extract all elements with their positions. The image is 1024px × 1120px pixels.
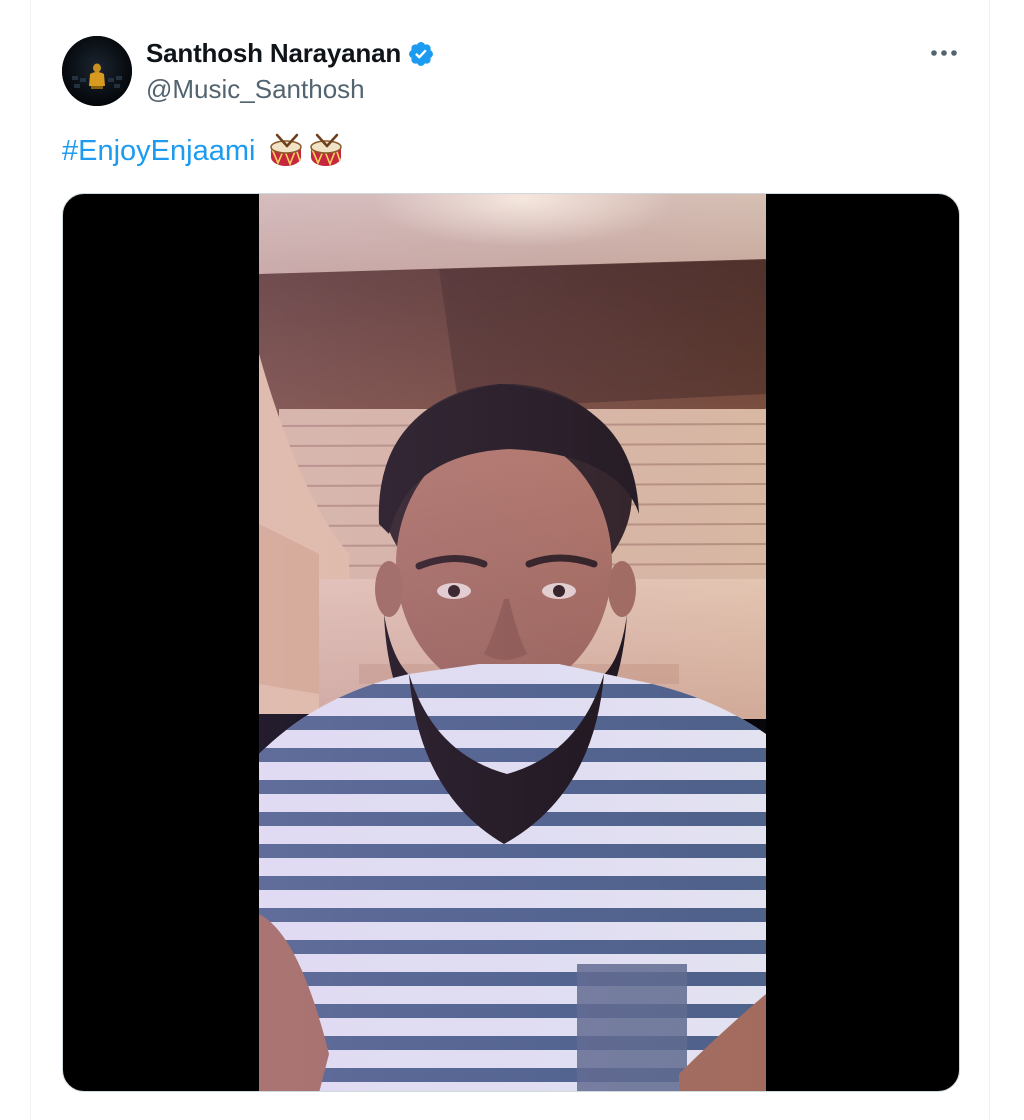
drum-emoji-icon: [310, 133, 343, 167]
more-options-icon: [931, 50, 957, 56]
verified-badge-icon: [409, 41, 433, 66]
drum-emoji-icon: [270, 133, 303, 167]
author-name[interactable]: Santhosh Narayanan: [146, 38, 435, 69]
author-handle[interactable]: @Music_Santhosh: [146, 74, 365, 105]
hashtag-link[interactable]: #EnjoyEnjaami: [62, 135, 255, 168]
video-player[interactable]: [62, 193, 960, 1092]
more-options-button[interactable]: [924, 36, 964, 70]
video-thumbnail: [259, 194, 766, 1091]
profile-avatar[interactable]: [62, 36, 132, 106]
author-display-name[interactable]: Santhosh Narayanan: [146, 38, 401, 69]
tweet-text: #EnjoyEnjaami: [62, 132, 345, 170]
